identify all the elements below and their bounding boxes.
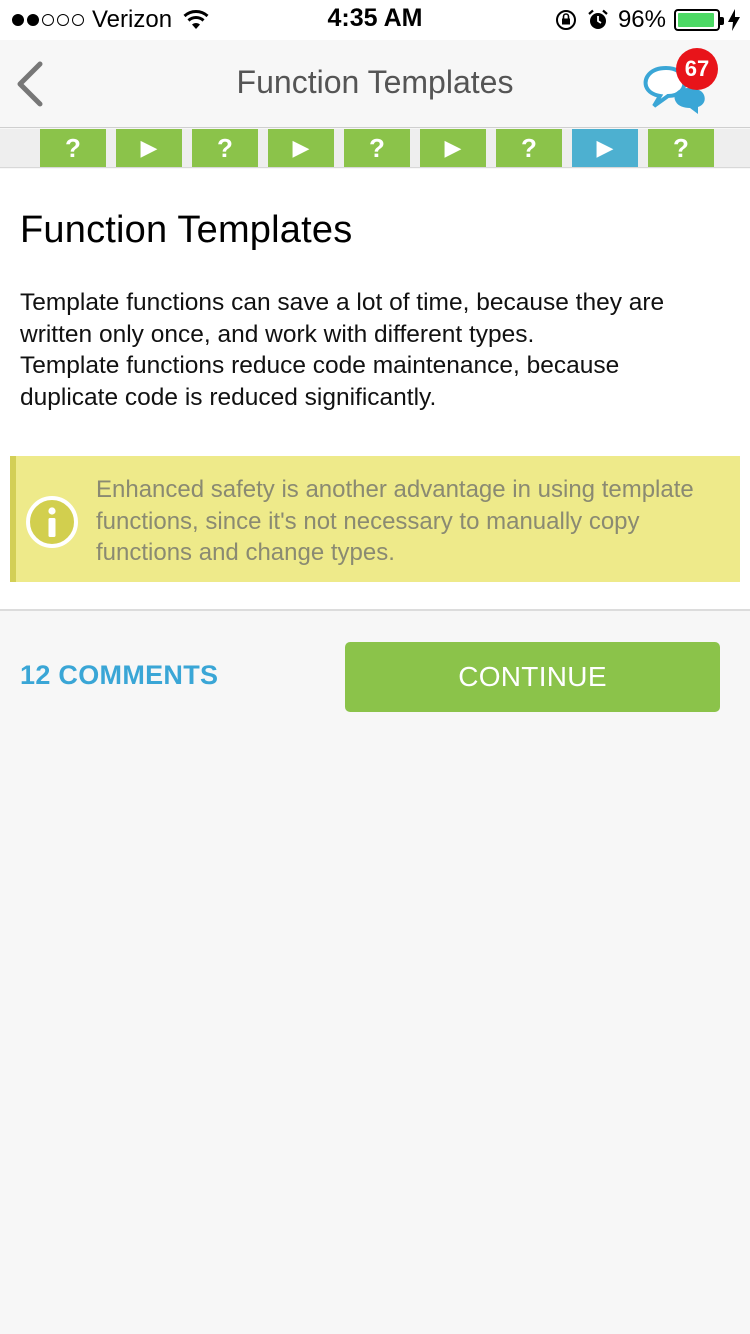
nav-title: Function Templates xyxy=(236,64,514,100)
lesson-title: Function Templates xyxy=(20,209,353,251)
progress-step-lesson[interactable]: ▶ xyxy=(572,129,638,167)
notification-badge: 67 xyxy=(676,48,718,90)
info-note-text: Enhanced safety is another advantage in … xyxy=(96,476,694,566)
progress-step-quiz[interactable]: ? xyxy=(344,129,410,167)
progress-step-quiz[interactable]: ? xyxy=(496,129,562,167)
info-note: Enhanced safety is another advantage in … xyxy=(10,456,740,582)
lesson-progress-strip: ? ▶? ▶? ▶? ▶? xyxy=(0,129,750,168)
progress-step-quiz[interactable]: ? xyxy=(40,129,106,167)
lesson-paragraph: Template functions reduce code maintenan… xyxy=(20,352,620,411)
navigation-bar: Function Templates 67 xyxy=(0,40,750,128)
continue-button[interactable]: CONTINUE xyxy=(345,642,720,712)
progress-step-lesson[interactable]: ▶ xyxy=(420,129,486,167)
progress-step-quiz[interactable]: ? xyxy=(648,129,714,167)
status-bar: Verizon 4:35 AM 96% xyxy=(0,0,750,40)
alarm-icon xyxy=(588,9,608,29)
info-icon xyxy=(26,496,78,548)
battery-icon xyxy=(674,9,724,31)
battery-percentage: 96% xyxy=(617,6,666,33)
progress-step-lesson[interactable]: ▶ xyxy=(268,129,334,167)
battery-level xyxy=(678,13,715,27)
progress-step-lesson[interactable]: ▶ xyxy=(116,129,182,167)
lesson-body: Template functions can save a lot of tim… xyxy=(20,287,720,413)
orientation-lock-icon xyxy=(555,10,576,30)
charging-bolt-icon xyxy=(728,9,740,31)
comments-link[interactable]: 12 COMMENTS xyxy=(20,660,218,691)
status-right: 96% xyxy=(554,6,740,34)
lesson-paragraph: Template functions can save a lot of tim… xyxy=(20,289,665,348)
lesson-card: Function Templates Template functions ca… xyxy=(0,169,750,611)
progress-step-quiz[interactable]: ? xyxy=(192,129,258,167)
